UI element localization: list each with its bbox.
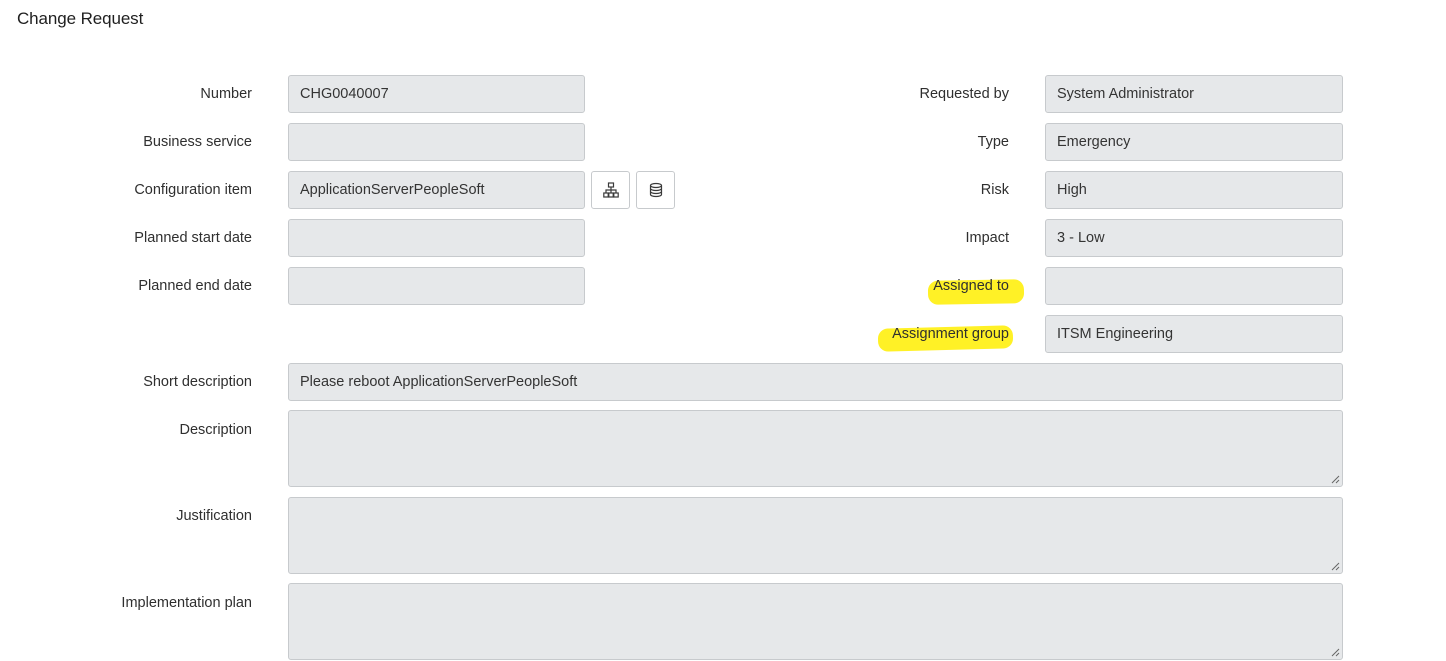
type-label: Type <box>977 134 1009 150</box>
justification-label: Justification <box>176 508 252 524</box>
short-description-label: Short description <box>143 374 252 390</box>
hierarchy-icon <box>602 182 619 198</box>
planned-end-date-field[interactable] <box>288 267 585 305</box>
number-field[interactable]: CHG0040007 <box>288 75 585 113</box>
description-label: Description <box>179 422 252 438</box>
risk-field[interactable]: High <box>1045 171 1343 209</box>
resize-handle-icon[interactable] <box>1330 561 1340 571</box>
configuration-item-label: Configuration item <box>134 182 252 198</box>
requested-by-field[interactable]: System Administrator <box>1045 75 1343 113</box>
type-field[interactable]: Emergency <box>1045 123 1343 161</box>
assignment-group-field[interactable]: ITSM Engineering <box>1045 315 1343 353</box>
resize-handle-icon[interactable] <box>1330 647 1340 657</box>
resize-handle-icon[interactable] <box>1330 474 1340 484</box>
ci-database-button[interactable] <box>636 171 675 209</box>
assignment-group-label: Assignment group <box>892 326 1009 342</box>
short-description-field[interactable]: Please reboot ApplicationServerPeopleSof… <box>288 363 1343 401</box>
implementation-plan-textarea[interactable] <box>288 583 1343 660</box>
assigned-to-label: Assigned to <box>933 278 1009 294</box>
number-label: Number <box>200 86 252 102</box>
impact-field[interactable]: 3 - Low <box>1045 219 1343 257</box>
configuration-item-field[interactable]: ApplicationServerPeopleSoft <box>288 171 585 209</box>
risk-label: Risk <box>980 182 1009 198</box>
planned-start-date-label: Planned start date <box>134 230 252 246</box>
assigned-to-field[interactable] <box>1045 267 1343 305</box>
justification-textarea[interactable] <box>288 497 1343 574</box>
business-service-label: Business service <box>143 134 252 150</box>
impact-label: Impact <box>965 230 1009 246</box>
requested-by-label: Requested by <box>919 86 1009 102</box>
implementation-plan-label: Implementation plan <box>121 595 252 611</box>
change-request-form: Change Request Number CHG0040007 Busines… <box>0 0 1446 661</box>
planned-start-date-field[interactable] <box>288 219 585 257</box>
business-service-field[interactable] <box>288 123 585 161</box>
form-title: Change Request <box>17 9 144 28</box>
dependency-map-button[interactable] <box>591 171 630 209</box>
planned-end-date-label: Planned end date <box>138 278 252 294</box>
description-textarea[interactable] <box>288 410 1343 487</box>
database-icon <box>649 182 662 198</box>
